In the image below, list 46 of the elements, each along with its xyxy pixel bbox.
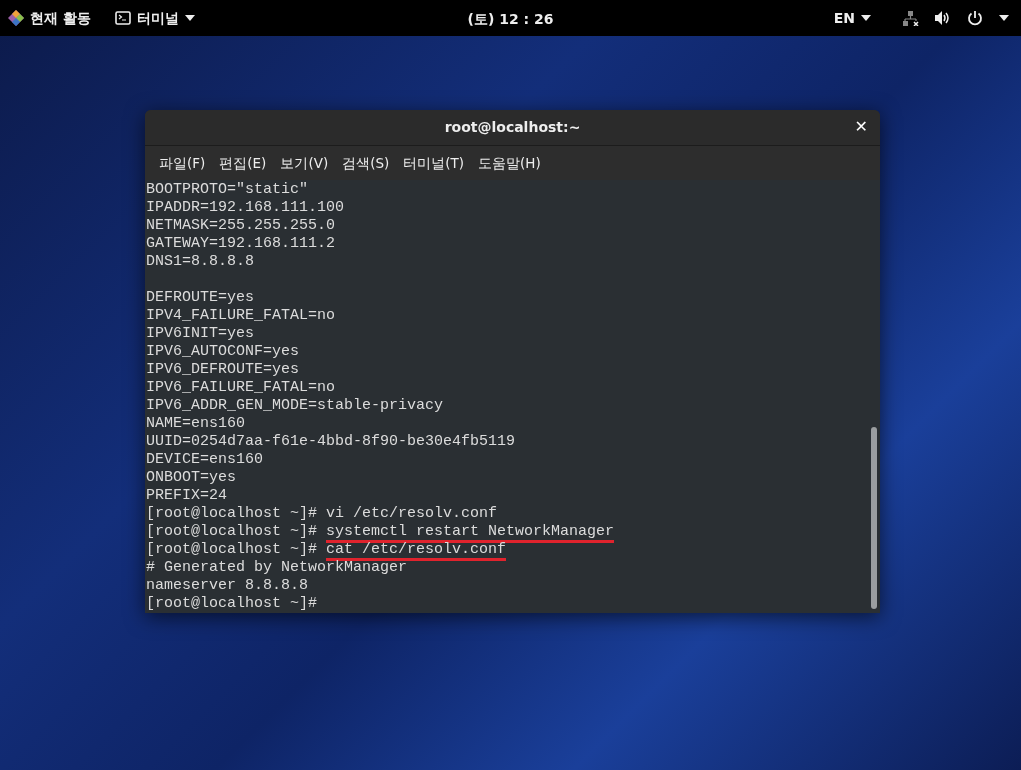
terminal-output-line: IPADDR=192.168.111.100 — [146, 199, 345, 216]
terminal-command: vi /etc/resolv.conf — [326, 505, 498, 522]
terminal-output-line: DEVICE=ens160 — [146, 451, 264, 468]
flower-logo-icon — [8, 10, 24, 26]
underlined-command: cat /etc/resolv.conf — [326, 541, 507, 561]
terminal-output-line: UUID=0254d7aa-f61e-4bbd-8f90-be30e4fb5119 — [146, 433, 516, 450]
menu-item[interactable]: 검색(S) — [336, 152, 396, 174]
terminal-output-line: IPV6_DEFROUTE=yes — [146, 361, 300, 378]
terminal-output-line: GATEWAY=192.168.111.2 — [146, 235, 336, 252]
terminal-output-line: nameserver 8.8.8.8 — [146, 577, 309, 594]
language-menu[interactable]: EN — [833, 7, 871, 29]
caret-icon — [184, 15, 195, 21]
menu-item[interactable]: 도움말(H) — [472, 152, 547, 174]
terminal-output-line: IPV6INIT=yes — [146, 325, 255, 342]
shell-prompt: [root@localhost ~]# — [146, 505, 318, 522]
menu-item[interactable]: 터미널(T) — [397, 152, 471, 174]
terminal-output-line: BOOTPROTO="static" — [146, 181, 309, 198]
terminal-app-menu[interactable]: 터미널 — [114, 7, 195, 29]
terminal-output-line: DEFROUTE=yes — [146, 289, 255, 306]
terminal-output-line: IPV4_FAILURE_FATAL=no — [146, 307, 336, 324]
terminal-output-line: IPV6_ADDR_GEN_MODE=stable-privacy — [146, 397, 444, 414]
shell-prompt: [root@localhost ~]# — [146, 541, 318, 558]
caret-icon — [861, 15, 871, 21]
terminal-output-line: IPV6_AUTOCONF=yes — [146, 343, 300, 360]
volume-icon[interactable] — [935, 11, 951, 25]
close-button[interactable]: ✕ — [854, 118, 868, 136]
terminal-output-line: NETMASK=255.255.255.0 — [146, 217, 336, 234]
terminal-output-line: PREFIX=24 — [146, 487, 227, 504]
activities-button[interactable]: 현재 활동 — [8, 7, 91, 29]
menu-item[interactable]: 파일(F) — [153, 152, 212, 174]
caret-icon[interactable] — [999, 15, 1009, 21]
network-disconnected-icon[interactable] — [903, 10, 919, 26]
menu-item[interactable]: 편집(E) — [213, 152, 273, 174]
terminal-output-line: ONBOOT=yes — [146, 469, 236, 486]
terminal-output-line: # Generated by NetworkManager — [146, 559, 408, 576]
power-icon[interactable] — [967, 10, 983, 26]
clock[interactable]: (토) 12 : 26 — [467, 9, 554, 30]
shell-prompt: [root@localhost ~]# — [146, 523, 318, 540]
terminal-icon — [114, 11, 131, 25]
window-title: root@localhost:~ — [444, 118, 581, 137]
underlined-command: systemctl restart NetworkManager — [326, 523, 615, 543]
terminal-output-line: DNS1=8.8.8.8 — [146, 253, 255, 270]
shell-prompt: [root@localhost ~]# — [146, 595, 318, 612]
menu-item[interactable]: 보기(V) — [274, 152, 335, 174]
terminal-output-line: IPV6_FAILURE_FATAL=no — [146, 379, 336, 396]
terminal-output-line: NAME=ens160 — [146, 415, 246, 432]
